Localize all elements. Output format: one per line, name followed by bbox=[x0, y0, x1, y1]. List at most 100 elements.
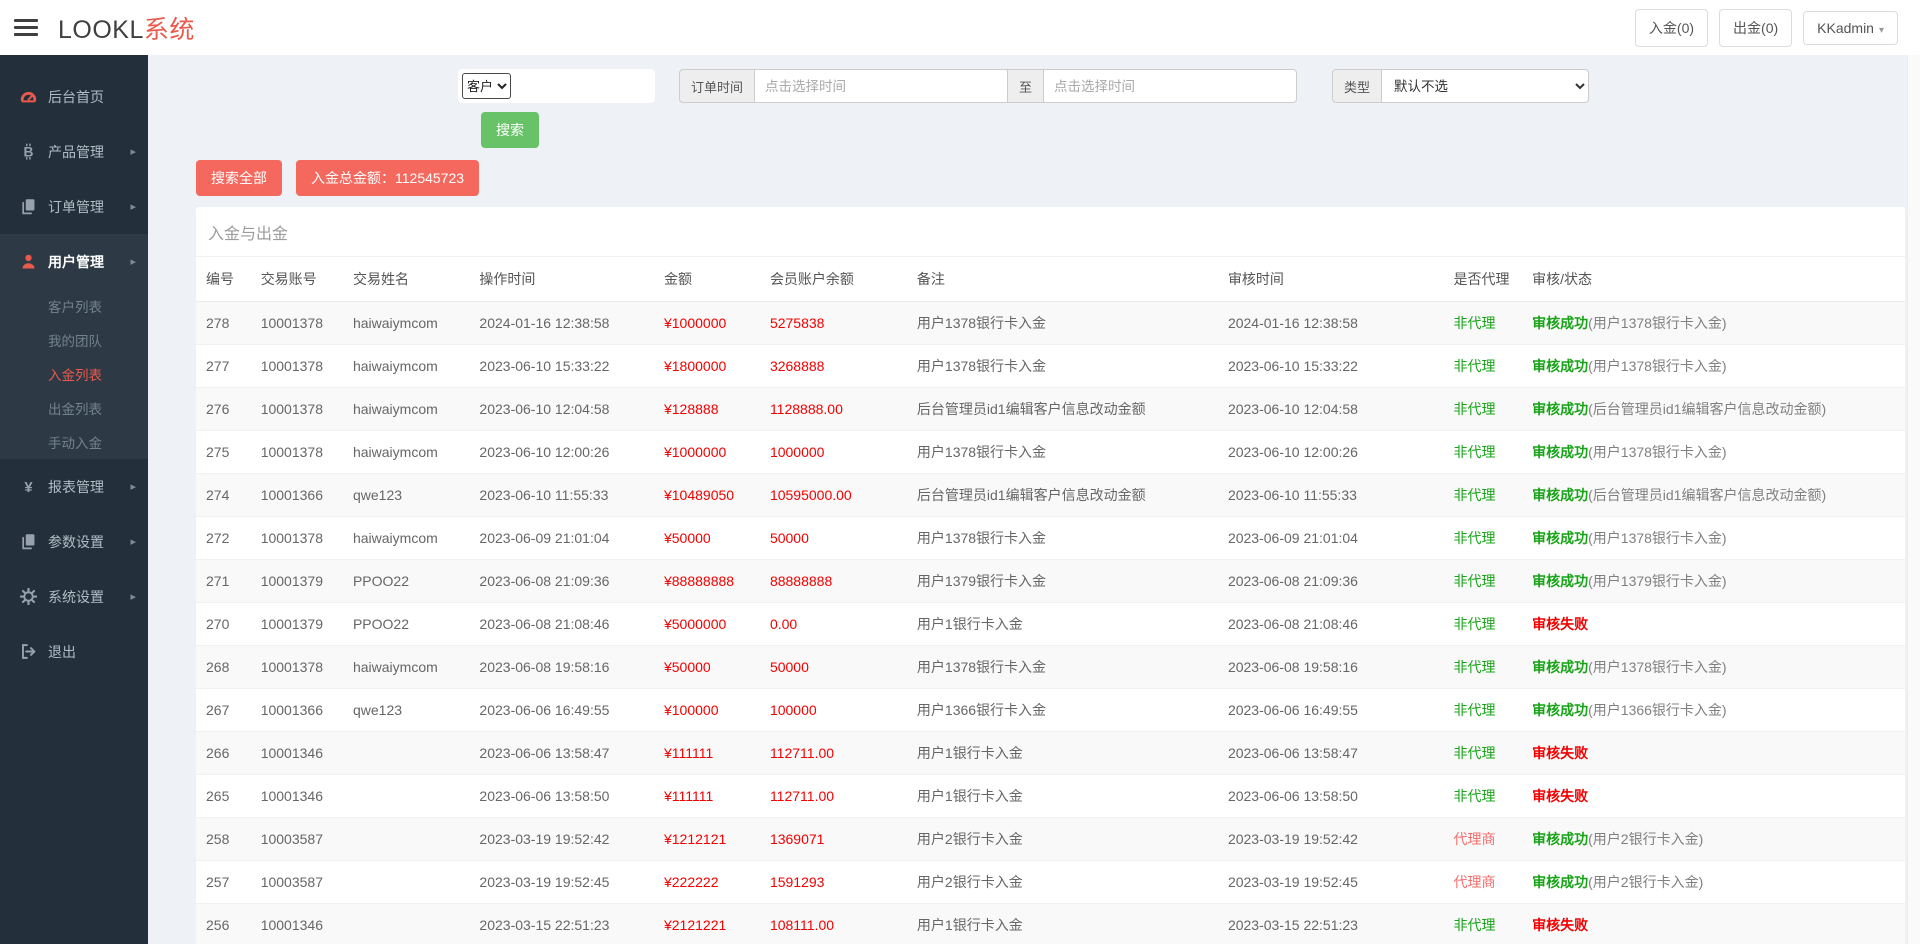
status-text: 审核成功 bbox=[1532, 874, 1589, 890]
sidebar-subitem[interactable]: 我的团队 bbox=[0, 323, 148, 357]
cell-remark: 用户1378银行卡入金 bbox=[906, 430, 1218, 474]
status-text: 审核成功 bbox=[1532, 315, 1589, 331]
cell-remark: 后台管理员id1编辑客户信息改动金额 bbox=[906, 473, 1218, 517]
cell-agent: 非代理 bbox=[1443, 645, 1523, 689]
cell-balance: 1128888.00 bbox=[759, 387, 907, 431]
cell-name: haiwaiymcom bbox=[342, 344, 470, 388]
cell-audit-time: 2023-06-08 21:09:36 bbox=[1217, 559, 1444, 603]
cell-agent: 非代理 bbox=[1443, 731, 1523, 775]
cell-name: qwe123 bbox=[342, 473, 470, 517]
table-row: 256 10001346 2023-03-15 22:51:23 ¥212122… bbox=[196, 903, 1905, 944]
cell-remark: 用户1银行卡入金 bbox=[906, 774, 1218, 818]
cell-audit-time: 2023-06-06 16:49:55 bbox=[1217, 688, 1444, 732]
cell-op-time: 2023-06-06 13:58:50 bbox=[469, 774, 654, 818]
cell-id: 275 bbox=[196, 430, 251, 474]
field-type-select[interactable]: 客户 bbox=[462, 73, 511, 99]
search-all-button[interactable]: 搜索全部 bbox=[196, 160, 282, 196]
cell-remark: 用户1366银行卡入金 bbox=[906, 688, 1218, 732]
cell-balance: 88888888 bbox=[759, 559, 907, 603]
type-label: 类型 bbox=[1332, 69, 1383, 103]
chevron-right-icon: ▸ bbox=[130, 256, 136, 268]
cell-amount: ¥222222 bbox=[653, 860, 760, 904]
cell-account: 10003587 bbox=[250, 860, 343, 904]
keyword-input[interactable] bbox=[513, 74, 651, 98]
cell-account: 10001379 bbox=[250, 602, 343, 646]
start-time-input[interactable] bbox=[755, 69, 1009, 103]
withdraw-count-button[interactable]: 出金(0) bbox=[1719, 8, 1793, 47]
sidebar-item[interactable]: 后台首页 bbox=[0, 69, 148, 124]
cell-status: 审核成功(用户1378银行卡入金) bbox=[1522, 344, 1905, 388]
cell-op-time: 2023-06-10 12:00:26 bbox=[469, 430, 654, 474]
user-icon bbox=[19, 253, 37, 271]
table-row: 277 10001378 haiwaiymcom 2023-06-10 15:3… bbox=[196, 344, 1905, 388]
status-note: (用户2银行卡入金) bbox=[1588, 874, 1704, 890]
status-note: (后台管理员id1编辑客户信息改动金额) bbox=[1588, 401, 1827, 417]
cell-balance: 50000 bbox=[759, 645, 907, 689]
sidebar-subitem[interactable]: 出金列表 bbox=[0, 391, 148, 425]
chevron-right-icon: ▸ bbox=[130, 591, 136, 603]
sidebar-item[interactable]: 用户管理 ▸ bbox=[0, 234, 148, 289]
sidebar-subitem-label: 客户列表 bbox=[48, 300, 102, 315]
sidebar-subitem-label: 出金列表 bbox=[48, 402, 102, 417]
cell-status: 审核成功(用户1378银行卡入金) bbox=[1522, 516, 1905, 560]
cell-remark: 用户1银行卡入金 bbox=[906, 903, 1218, 944]
cell-remark: 用户1378银行卡入金 bbox=[906, 645, 1218, 689]
type-filter-group: 类型 默认不选 bbox=[1332, 69, 1590, 103]
status-text: 审核成功 bbox=[1532, 573, 1589, 589]
cell-id: 257 bbox=[196, 860, 251, 904]
status-text: 审核成功 bbox=[1532, 831, 1589, 847]
status-note: (用户1378银行卡入金) bbox=[1588, 444, 1727, 460]
sidebar-subitem[interactable]: 手动入金 bbox=[0, 425, 148, 459]
cell-agent: 代理商 bbox=[1443, 817, 1523, 861]
cell-amount: ¥50000 bbox=[653, 645, 760, 689]
table-row: 278 10001378 haiwaiymcom 2024-01-16 12:3… bbox=[196, 301, 1905, 345]
cell-id: 272 bbox=[196, 516, 251, 560]
cell-account: 10001378 bbox=[250, 301, 343, 345]
vertical-scrollbar[interactable] bbox=[1907, 0, 1920, 944]
status-text: 审核失败 bbox=[1532, 745, 1589, 761]
table-row: 268 10001378 haiwaiymcom 2023-06-08 19:5… bbox=[196, 645, 1905, 689]
cell-balance: 112711.00 bbox=[759, 731, 907, 775]
status-text: 审核失败 bbox=[1532, 616, 1589, 632]
cell-id: 265 bbox=[196, 774, 251, 818]
sidebar-item[interactable]: B 产品管理 ▸ bbox=[0, 124, 148, 179]
status-note: (用户1378银行卡入金) bbox=[1588, 530, 1727, 546]
cell-amount: ¥1000000 bbox=[653, 430, 760, 474]
cell-balance: 100000 bbox=[759, 688, 907, 732]
cell-name bbox=[342, 860, 470, 904]
cell-id: 258 bbox=[196, 817, 251, 861]
sidebar-item[interactable]: 订单管理 ▸ bbox=[0, 179, 148, 234]
sidebar-item[interactable]: 系统设置 ▸ bbox=[0, 569, 148, 624]
cell-name: haiwaiymcom bbox=[342, 387, 470, 431]
table-row: 275 10001378 haiwaiymcom 2023-06-10 12:0… bbox=[196, 430, 1905, 474]
cell-account: 10003587 bbox=[250, 817, 343, 861]
cell-status: 审核成功(用户2银行卡入金) bbox=[1522, 860, 1905, 904]
panel-title: 入金与出金 bbox=[196, 207, 1905, 257]
sidebar-subitem[interactable]: 客户列表 bbox=[0, 289, 148, 323]
sidebar-subitem[interactable]: 入金列表 bbox=[0, 357, 148, 391]
sidebar-item[interactable]: ¥ 报表管理 ▸ bbox=[0, 459, 148, 514]
end-time-input[interactable] bbox=[1044, 69, 1298, 103]
status-note: (用户1366银行卡入金) bbox=[1588, 702, 1727, 718]
sidebar: 后台首页 B 产品管理 ▸ 订单管理 ▸ 用户管理 ▸ 客户列表 我的团队 入金… bbox=[0, 55, 148, 944]
svg-text:B: B bbox=[23, 143, 33, 159]
cell-account: 10001346 bbox=[250, 903, 343, 944]
deposit-total-badge: 入金总金额：112545723 bbox=[296, 160, 480, 196]
type-select[interactable]: 默认不选 bbox=[1382, 69, 1590, 103]
column-header: 编号 bbox=[196, 257, 251, 302]
deposit-count-button[interactable]: 入金(0) bbox=[1634, 8, 1709, 47]
sidebar-item[interactable]: 参数设置 ▸ bbox=[0, 514, 148, 569]
hamburger-menu-icon[interactable] bbox=[14, 15, 38, 40]
cell-name: qwe123 bbox=[342, 688, 470, 732]
sidebar-item-label: 退出 bbox=[48, 643, 76, 660]
search-button[interactable]: 搜索 bbox=[481, 112, 539, 148]
cell-balance: 5275838 bbox=[759, 301, 907, 345]
records-table: 编号 交易账号 交易姓名 操作时间 金额 会员账户余额 备注 审核时间 是否代理 审核/状态 27… bbox=[196, 257, 1905, 944]
cell-op-time: 2023-06-09 21:01:04 bbox=[469, 516, 654, 560]
yen-icon: ¥ bbox=[19, 478, 37, 496]
cell-agent: 代理商 bbox=[1443, 860, 1523, 904]
cell-amount: ¥10489050 bbox=[653, 473, 760, 517]
sidebar-item[interactable]: 退出 bbox=[0, 624, 148, 679]
user-menu-button[interactable]: KKadmin ▾ bbox=[1803, 10, 1898, 45]
cell-agent: 非代理 bbox=[1443, 559, 1523, 603]
